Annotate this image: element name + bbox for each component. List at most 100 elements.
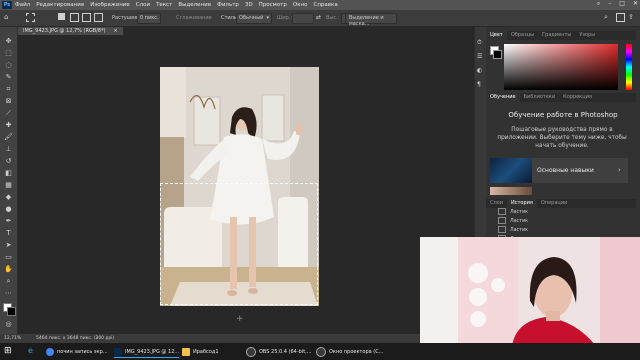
- edge-icon[interactable]: e: [28, 346, 33, 355]
- select-and-mask-button[interactable]: Выделение и маска...: [345, 13, 397, 27]
- home-icon[interactable]: ⌂: [4, 13, 8, 21]
- tab-libraries[interactable]: Библиотеки: [520, 93, 560, 102]
- lasso-tool-icon[interactable]: ◌: [4, 61, 13, 69]
- more-tools-icon[interactable]: ⋯: [4, 289, 13, 297]
- search-icon[interactable]: ⌕: [597, 0, 600, 8]
- webcam-overlay: [420, 237, 640, 346]
- tab-color[interactable]: Цвет: [486, 31, 507, 40]
- adjustments-icon[interactable]: ◐: [477, 67, 482, 74]
- gradient-tool-icon[interactable]: ▦: [4, 181, 13, 189]
- feather-input[interactable]: 0 пикс.: [137, 13, 161, 24]
- properties-icon[interactable]: ☰: [477, 53, 482, 60]
- menu-layers[interactable]: Слои: [136, 2, 150, 8]
- background-color-swatch[interactable]: [7, 307, 16, 316]
- tab-learn[interactable]: Обучение: [486, 93, 520, 102]
- dodge-tool-icon[interactable]: ●: [4, 205, 13, 213]
- taskbar-item[interactable]: Ирабсод1: [182, 346, 219, 357]
- eraser-icon: [498, 208, 506, 215]
- hue-slider[interactable]: [626, 44, 632, 90]
- hand-tool-icon[interactable]: ✋: [4, 265, 13, 273]
- options-bar: ⌂ Растушевка: 0 пикс. Сглаживание Стиль:…: [0, 10, 640, 27]
- obs-icon: [316, 346, 326, 357]
- menu-select[interactable]: Выделение: [178, 2, 211, 8]
- taskbar-item[interactable]: OBS 25.0.4 (64-bit,...: [246, 346, 312, 357]
- taskbar-item[interactable]: Окно проектора (С...: [316, 346, 383, 357]
- taskbar-item[interactable]: IMG_9423.JPG @ 12...: [114, 346, 180, 358]
- paragraph-icon[interactable]: ¶: [477, 81, 481, 88]
- marquee-selection[interactable]: [160, 183, 318, 305]
- history-brush-tool-icon[interactable]: ↺: [4, 157, 13, 165]
- style-select[interactable]: Обычный ▾: [236, 13, 272, 24]
- windows-start-icon[interactable]: ⊞: [4, 346, 12, 356]
- marquee-tool-icon[interactable]: ⬚: [4, 49, 13, 57]
- tab-swatches[interactable]: Образцы: [507, 31, 538, 40]
- maximize-icon[interactable]: □: [619, 0, 625, 8]
- width-input[interactable]: [292, 13, 314, 24]
- eyedropper-tool-icon[interactable]: ⟋: [4, 109, 13, 117]
- basics-label: Основные навыки: [537, 167, 594, 174]
- tab-adjustments[interactable]: Коррекция: [559, 93, 596, 102]
- menu-window[interactable]: Окно: [293, 2, 308, 8]
- path-select-tool-icon[interactable]: ➤: [4, 241, 13, 249]
- tab-history[interactable]: История: [507, 199, 537, 208]
- menu-type[interactable]: Текст: [156, 2, 172, 8]
- pen-tool-icon[interactable]: ✒: [4, 217, 13, 225]
- learn-title: Обучение работе в Photoshop: [508, 111, 618, 119]
- taskbar-item[interactable]: почин запись экр...: [46, 346, 108, 357]
- workspace-icon[interactable]: [616, 13, 625, 22]
- brush-tool-icon[interactable]: 🖌: [4, 133, 13, 141]
- document-tab[interactable]: IMG_9423.JPG @ 12,7% (RGB/8*) ×: [18, 27, 123, 35]
- zoom-level[interactable]: 12,71%: [4, 334, 21, 343]
- shape-tool-icon[interactable]: ▭: [4, 253, 13, 261]
- history-item[interactable]: Ластик: [498, 208, 618, 216]
- swap-icon[interactable]: ⇄: [316, 14, 321, 21]
- blur-tool-icon[interactable]: ◆: [4, 193, 13, 201]
- marquee-rect-icon[interactable]: [26, 13, 35, 22]
- menu-bar: Ps Файл Редактирование Изображение Слои …: [0, 0, 640, 10]
- search-icon[interactable]: ⌕: [604, 13, 608, 22]
- photoshop-icon: [114, 347, 122, 356]
- menu-filter[interactable]: Фильтр: [217, 2, 239, 8]
- new-selection-icon[interactable]: [58, 13, 65, 20]
- tab-gradients[interactable]: Градиенты: [538, 31, 575, 40]
- clone-stamp-tool-icon[interactable]: ⊥: [4, 145, 13, 153]
- photoshop-logo-icon: Ps: [2, 1, 12, 9]
- type-tool-icon[interactable]: T: [4, 229, 13, 237]
- subtract-selection-icon[interactable]: [82, 13, 91, 22]
- chevron-right-icon[interactable]: ›: [618, 166, 621, 174]
- panel-background-swatch[interactable]: [493, 50, 502, 59]
- eraser-icon: [498, 217, 506, 224]
- zoom-tool-icon[interactable]: ⌕: [4, 277, 13, 285]
- tutorial-thumbnail[interactable]: [490, 187, 532, 195]
- quick-mask-icon[interactable]: ◎: [4, 320, 13, 328]
- menu-view[interactable]: Просмотр: [259, 2, 287, 8]
- move-tool-icon[interactable]: ✥: [4, 37, 13, 45]
- close-icon[interactable]: ×: [114, 28, 118, 34]
- height-label: Выс.:: [326, 15, 340, 21]
- menu-edit[interactable]: Редактирование: [36, 2, 84, 8]
- add-selection-icon[interactable]: [70, 13, 79, 22]
- healing-brush-tool-icon[interactable]: ✚: [4, 121, 13, 129]
- crop-tool-icon[interactable]: ⌗: [4, 85, 13, 93]
- share-icon[interactable]: ⇪: [628, 13, 634, 21]
- history-item[interactable]: Ластик: [498, 217, 618, 225]
- eraser-tool-icon[interactable]: ◧: [4, 169, 13, 177]
- tab-layers[interactable]: Слои: [486, 199, 507, 208]
- quick-select-tool-icon[interactable]: ✎: [4, 73, 13, 81]
- menu-help[interactable]: Справка: [313, 2, 337, 8]
- chevron-right-icon[interactable]: ›: [96, 334, 98, 343]
- tab-actions[interactable]: Операции: [537, 199, 571, 208]
- frame-tool-icon[interactable]: ⊠: [4, 97, 13, 105]
- intersect-selection-icon[interactable]: [94, 13, 103, 22]
- history-icon[interactable]: ⏱: [477, 39, 482, 47]
- menu-image[interactable]: Изображение: [90, 2, 130, 8]
- crosshair-cursor-icon: +: [236, 314, 244, 324]
- minimize-icon[interactable]: –: [608, 0, 611, 8]
- menu-3d[interactable]: 3D: [245, 2, 253, 8]
- menu-file[interactable]: Файл: [15, 2, 30, 8]
- color-picker-field[interactable]: [504, 44, 618, 90]
- history-item[interactable]: Ластик: [498, 226, 618, 234]
- tab-patterns[interactable]: Узоры: [575, 31, 599, 40]
- webcam-image: [420, 237, 640, 346]
- close-icon[interactable]: ✕: [633, 0, 638, 8]
